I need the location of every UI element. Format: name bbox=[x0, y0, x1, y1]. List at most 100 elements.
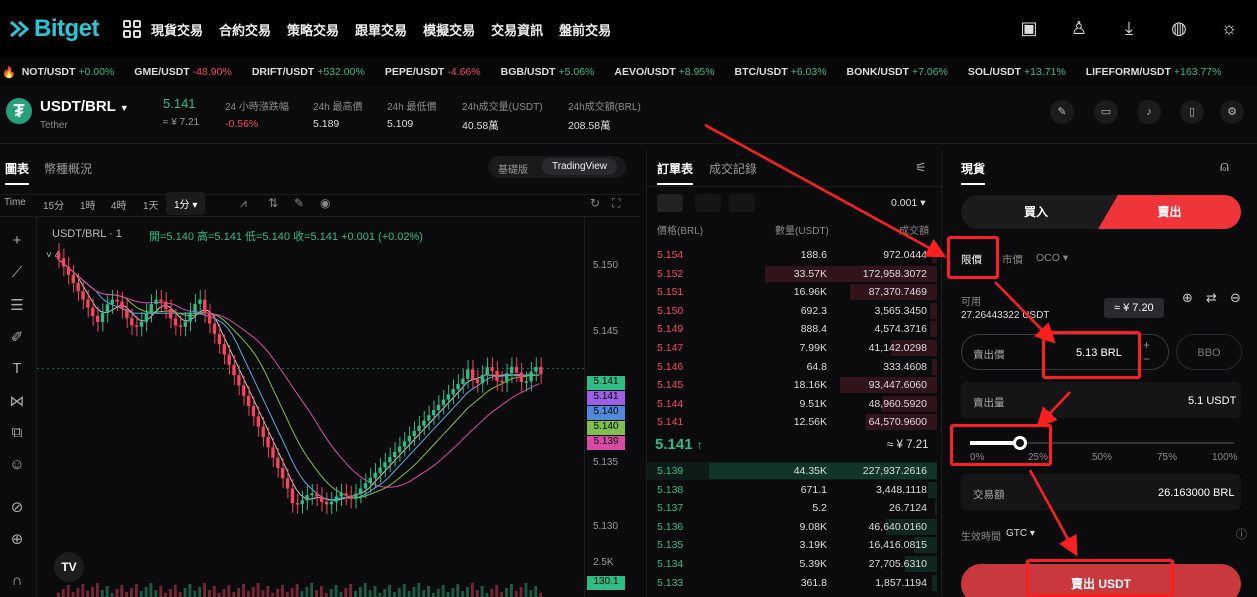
slider-mark[interactable]: 100% bbox=[1212, 452, 1238, 463]
zoom-in-icon[interactable]: ⊕ bbox=[5, 530, 29, 550]
interval-15m[interactable]: 15分 bbox=[43, 197, 64, 212]
tif-select[interactable]: GTC ▾ bbox=[1006, 528, 1035, 539]
ask-row[interactable]: 5.152 33.57K 172,958.3072 bbox=[647, 265, 937, 283]
ticket-icon[interactable]: ▭ bbox=[1094, 100, 1118, 124]
wallet-icon[interactable]: ▣ bbox=[1017, 16, 1041, 40]
draw-icon[interactable]: ✎ bbox=[294, 196, 304, 210]
bot-icon[interactable]: ⍝ bbox=[1220, 158, 1229, 175]
ticker-item[interactable]: BONK/USDT +7.06% bbox=[847, 66, 948, 78]
view-both-icon[interactable] bbox=[657, 194, 683, 212]
mode-tradingview[interactable]: TradingView bbox=[542, 158, 618, 175]
info-icon[interactable]: ⓘ bbox=[1236, 526, 1247, 542]
ask-row[interactable]: 5.144 9.51K 48,960.5920 bbox=[647, 395, 937, 413]
ask-row[interactable]: 5.147 7.99K 41,142.0298 bbox=[647, 339, 937, 357]
camera-icon[interactable]: ◉ bbox=[320, 196, 330, 210]
ticker-item[interactable]: SOL/USDT +13.71% bbox=[968, 66, 1066, 78]
bid-row[interactable]: 5.136 9.08K 46,640.0160 bbox=[647, 518, 937, 536]
tab-trades[interactable]: 成交記錄 bbox=[709, 160, 757, 177]
ask-row[interactable]: 5.146 64.8 333.4608 bbox=[647, 358, 937, 376]
price-axis[interactable]: 5.150 5.145 5.135 5.130 2.5K 5.141 5.141… bbox=[584, 216, 640, 597]
menu-copy[interactable]: 跟單交易 bbox=[355, 20, 407, 39]
ruler-icon[interactable]: ⊘ bbox=[5, 498, 29, 518]
menu-premarket[interactable]: 盤前交易 bbox=[559, 20, 611, 39]
precision-select[interactable]: 0.001 ▾ bbox=[891, 197, 925, 209]
tab-coin-info[interactable]: 幣種概況 bbox=[44, 160, 92, 177]
order-type-oco[interactable]: OCO ▾ bbox=[1036, 252, 1068, 264]
magnet-icon[interactable]: ∩ bbox=[5, 572, 29, 592]
interval-time[interactable]: Time bbox=[4, 197, 26, 208]
ask-row[interactable]: 5.141 12.56K 64,570.9600 bbox=[647, 413, 937, 431]
brush-icon[interactable]: ✐ bbox=[5, 328, 29, 348]
indicator-icon[interactable]: ⩘ bbox=[240, 196, 247, 211]
deposit-icon[interactable]: ⊕ bbox=[1182, 290, 1193, 306]
pair-symbol[interactable]: USDT/BRL ▼ bbox=[40, 98, 129, 115]
ticker-item[interactable]: AEVO/USDT +8.95% bbox=[614, 66, 714, 78]
interval-1d[interactable]: 1天 bbox=[143, 197, 159, 212]
ticker-item[interactable]: BTC/USDT +6.03% bbox=[735, 66, 827, 78]
download-icon[interactable]: ⤓ bbox=[1117, 16, 1141, 40]
pattern-icon[interactable]: ⋈ bbox=[5, 392, 29, 412]
ticker-item[interactable]: BGB/USDT +5.06% bbox=[501, 66, 595, 78]
bid-row[interactable]: 5.139 44.35K 227,937.2616 bbox=[647, 462, 937, 480]
slider-mark[interactable]: 75% bbox=[1157, 452, 1177, 463]
download-circle-icon[interactable]: ⊖ bbox=[1230, 290, 1241, 306]
ask-row[interactable]: 5.150 692.3 3,565.3450 bbox=[647, 302, 937, 320]
sun-icon[interactable]: ☼ bbox=[1217, 16, 1241, 40]
bell-icon[interactable]: ♪ bbox=[1137, 100, 1161, 124]
tab-chart[interactable]: 圖表 bbox=[5, 160, 30, 185]
menu-spot[interactable]: 現貨交易 bbox=[151, 20, 203, 39]
bbo-button[interactable]: BBO bbox=[1176, 334, 1242, 370]
ask-row[interactable]: 5.149 888.4 4,574.3716 bbox=[647, 320, 937, 338]
bid-row[interactable]: 5.135 3.19K 16,416.0815 bbox=[647, 536, 937, 554]
order-type-market[interactable]: 市價 bbox=[1002, 252, 1023, 267]
ticker-item[interactable]: GME/USDT -48.90% bbox=[134, 66, 232, 78]
plus-icon[interactable]: + bbox=[1143, 338, 1150, 352]
ask-row[interactable]: 5.154 188.6 972.0444 bbox=[647, 246, 937, 264]
menu-info[interactable]: 交易資訊 bbox=[491, 20, 543, 39]
text-icon[interactable]: T bbox=[5, 360, 29, 380]
settings-icon[interactable]: ⚙ bbox=[1220, 100, 1244, 124]
bitget-logo[interactable]: Bitget bbox=[8, 15, 100, 43]
ticker-item[interactable]: DRIFT/USDT +532.00% bbox=[252, 66, 365, 78]
ticker-item[interactable]: LIFEFORM/USDT +163.77% bbox=[1086, 66, 1222, 78]
ask-row[interactable]: 5.151 16.96K 87,370.7469 bbox=[647, 283, 937, 301]
book-settings-icon[interactable]: ⚟ bbox=[915, 160, 927, 176]
globe-icon[interactable]: ◍ bbox=[1167, 16, 1191, 40]
slider-mark[interactable]: 50% bbox=[1092, 452, 1112, 463]
view-bids-icon[interactable] bbox=[695, 194, 721, 212]
book-icon[interactable]: ▯ bbox=[1180, 100, 1204, 124]
apps-grid-icon[interactable] bbox=[123, 20, 141, 38]
fullscreen-icon[interactable]: ⛶ bbox=[612, 196, 620, 211]
transfer-icon[interactable]: ⇄ bbox=[1206, 290, 1217, 306]
ticker-item[interactable]: PEPE/USDT -4.66% bbox=[385, 66, 481, 78]
compare-icon[interactable]: ⇅ bbox=[268, 196, 278, 210]
minus-icon[interactable]: − bbox=[1143, 352, 1150, 366]
ask-row[interactable]: 5.145 18.16K 93,447.6060 bbox=[647, 376, 937, 394]
user-icon[interactable]: ♙ bbox=[1067, 16, 1091, 40]
menu-demo[interactable]: 模擬交易 bbox=[423, 20, 475, 39]
bid-row[interactable]: 5.133 361.8 1,857.1194 bbox=[647, 574, 937, 592]
interval-4h[interactable]: 4時 bbox=[111, 197, 127, 212]
menu-strategy[interactable]: 策略交易 bbox=[287, 20, 339, 39]
measure-lines-icon[interactable]: ⧉ bbox=[5, 424, 29, 444]
crosshair-icon[interactable]: + bbox=[5, 232, 29, 252]
interval-1h[interactable]: 1時 bbox=[80, 197, 96, 212]
emoji-icon[interactable]: ☺ bbox=[5, 456, 29, 476]
tradingview-logo[interactable]: TV bbox=[54, 552, 84, 582]
sell-amount-value[interactable]: 5.1 USDT bbox=[1188, 395, 1236, 407]
reset-icon[interactable]: ↻ bbox=[590, 196, 600, 210]
notes-icon[interactable]: ✎ bbox=[1050, 100, 1074, 124]
buy-tab[interactable]: 買入 bbox=[961, 195, 1111, 229]
trendline-icon[interactable]: ⟋ bbox=[5, 264, 29, 284]
price-chart[interactable] bbox=[37, 217, 584, 597]
sell-tab[interactable]: 賣出 bbox=[1098, 195, 1241, 229]
bid-row[interactable]: 5.134 5.39K 27,705.6310 bbox=[647, 555, 937, 573]
mode-basic[interactable]: 基礎版 bbox=[498, 161, 528, 176]
bid-row[interactable]: 5.137 5.2 26.7124 bbox=[647, 499, 937, 517]
view-asks-icon[interactable] bbox=[729, 194, 755, 212]
ticker-item[interactable]: NOT/USDT +0.00% bbox=[22, 66, 115, 78]
interval-1m-selected[interactable]: 1分 ▾ bbox=[166, 192, 206, 215]
tab-order-book[interactable]: 訂單表 bbox=[657, 160, 694, 185]
horizontal-lines-icon[interactable]: ☰ bbox=[5, 296, 29, 316]
bid-row[interactable]: 5.138 671.1 3,448.1118 bbox=[647, 481, 937, 499]
